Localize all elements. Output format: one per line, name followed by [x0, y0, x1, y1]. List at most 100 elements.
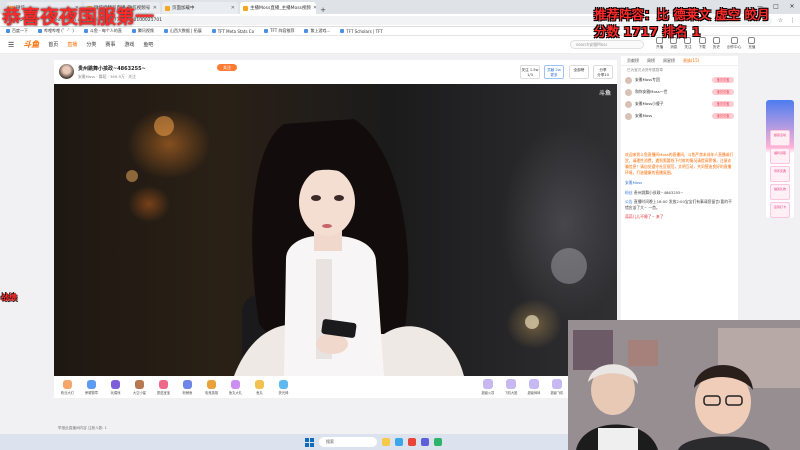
gift-item[interactable]: 粉丝大灯 [57, 379, 78, 395]
stat-follow[interactable]: 关注 1.5w 1/3 [520, 65, 540, 79]
gift-item[interactable]: 电竞英雄 [201, 379, 222, 395]
bookmark-icon [6, 29, 10, 33]
chrome-icon[interactable] [408, 438, 416, 446]
chat-tabs: 贡献榜 周榜 周星榜 贵族(15) [621, 56, 738, 66]
gift-icon [207, 379, 216, 389]
gift-icon [159, 379, 168, 389]
gift-icon [135, 379, 144, 389]
bookmark-item[interactable]: 山西大数据 | 拓展 [163, 28, 202, 34]
header-creator[interactable]: 创作中心 [727, 37, 741, 50]
webcam-overlay [568, 320, 800, 450]
promo-item[interactable]: 超级活动 [770, 130, 790, 146]
close-icon[interactable]: ✕ [231, 5, 235, 11]
nav-events[interactable]: 赛事 [105, 41, 115, 48]
creator-icon [730, 37, 738, 44]
bookmark-icon [38, 29, 42, 33]
close-window-button[interactable]: ✕ [784, 0, 800, 14]
nav-fishbar[interactable]: 鱼吧 [143, 41, 153, 48]
fan-row[interactable]: 安雅Moss 宝贝贝宝 [621, 110, 738, 122]
tab-favicon [165, 5, 170, 11]
stat-all-rank[interactable]: 全部榜 [569, 65, 589, 79]
plane-icon [506, 379, 516, 389]
gift-item[interactable]: 粉鲸鱼 [177, 379, 198, 395]
header-recharge[interactable]: 充值 [748, 37, 756, 50]
bookmark-item[interactable]: TFT 阵容推荐 [264, 28, 294, 34]
gift-item[interactable]: 鱼丸 [249, 379, 270, 395]
stat-share[interactable]: 分享 分享10 [593, 65, 613, 79]
promo-item[interactable]: 周年庆典 [770, 166, 790, 182]
promo-item[interactable]: 福利领取 [770, 148, 790, 164]
fan-row[interactable]: 安雅Moss小傻子 宝贝贝宝 [621, 98, 738, 110]
wallet-icon [748, 37, 756, 44]
premium-gift-item[interactable]: 飞机大团 [501, 379, 521, 395]
star-icon[interactable]: ☆ [777, 17, 784, 24]
gift-item[interactable]: 荣耀徽章 [81, 379, 102, 395]
follow-button[interactable]: 关注 [217, 64, 237, 71]
tab-nobles[interactable]: 贵族(15) [683, 58, 699, 64]
bookmark-icon [211, 29, 216, 33]
gift-item[interactable]: 蘑菇宝宝 [153, 379, 174, 395]
gift-item[interactable]: 玩偶熊 [105, 379, 126, 395]
gift-icon [231, 379, 240, 389]
edge-icon[interactable] [395, 438, 403, 446]
app-icon[interactable] [421, 438, 429, 446]
promo-item[interactable]: 签到打卡 [770, 202, 790, 218]
bookmark-item[interactable]: TFT Meta Stats Co [211, 29, 254, 34]
live-player: 贵州跳舞小孩政~4863255~ 关注 安雅Moss · 舞蹈 · 369.9万… [54, 60, 617, 398]
tab-label: 主播Moss直播_主播Moss视频 [250, 6, 311, 11]
gift-item[interactable]: 鱼丸大礼 [225, 379, 246, 395]
nav-games[interactable]: 游戏 [124, 41, 134, 48]
tab-weekly[interactable]: 周榜 [647, 58, 655, 64]
more-icon[interactable]: ⋮ [789, 17, 796, 24]
fan-row[interactable]: 和你安雅Moss一世 宝贝贝宝 [621, 86, 738, 98]
tab-favicon [243, 5, 248, 11]
stream-video[interactable]: 斗鱼 [54, 84, 617, 376]
site-search-input[interactable]: search安雅Moss [570, 40, 644, 49]
new-tab-button[interactable]: + [318, 6, 328, 14]
premium-gift-item[interactable]: 超级棒棒 [524, 379, 544, 395]
avatar [625, 100, 632, 108]
fan-badge: 宝贝贝宝 [712, 113, 734, 119]
browser-tab-active[interactable]: 主播Moss直播_主播Moss视频 ✕ [240, 2, 316, 14]
taskbar-search[interactable]: 搜索 [319, 437, 377, 447]
overlay-side-label: 战绩 [1, 293, 17, 302]
rocket-icon [483, 379, 493, 389]
folder-icon[interactable] [382, 438, 390, 446]
promo-item[interactable]: 抽奖礼物 [770, 184, 790, 200]
history-icon [712, 37, 720, 44]
gift-icon [529, 379, 539, 389]
gift-item[interactable]: 荧光棒 [273, 379, 294, 395]
bookmark-icon [340, 29, 345, 33]
room-title: 贵州跳舞小孩政~4863255~ [78, 66, 146, 72]
wechat-icon[interactable] [434, 438, 442, 446]
windows-start-icon[interactable] [305, 437, 314, 447]
nav-category[interactable]: 分类 [86, 41, 96, 48]
site-logo[interactable]: 斗鱼 [23, 39, 39, 50]
browser-tab-2[interactable]: 页面加载中 ✕ [162, 2, 238, 14]
bookmark-item[interactable]: 紫上游戏... [304, 28, 330, 34]
tab-contribution[interactable]: 贡献榜 [627, 58, 639, 64]
premium-gift-item[interactable]: 超级飞机 [547, 379, 567, 395]
hamburger-menu-icon[interactable]: ☰ [8, 41, 14, 49]
tab-weekly-star[interactable]: 周星榜 [663, 58, 675, 64]
nav-live[interactable]: 直播 [67, 41, 77, 48]
overlay-score: 分数 1717 排名 1 [594, 24, 701, 39]
stat-contribute[interactable]: 贡献 2w 更多 [544, 65, 564, 79]
maximize-button[interactable]: □ [768, 0, 784, 14]
gift-icon [279, 379, 288, 389]
bookmark-item[interactable]: TFT Scholars | TFT [340, 29, 383, 34]
streamer-avatar[interactable] [59, 64, 74, 79]
chat-message: 安雅Moss [625, 180, 643, 185]
nav-home[interactable]: 首页 [48, 41, 58, 48]
premium-gift-item[interactable]: 超级火箭 [478, 379, 498, 395]
header-history[interactable]: 历史 [713, 37, 720, 50]
avatar [625, 88, 632, 96]
room-status-line: 举报此直播间内容 注册人数: 1 [58, 426, 107, 430]
gift-icon [111, 379, 120, 389]
close-icon[interactable]: ✕ [313, 5, 316, 11]
chat-message: 公告 直播时间晚上18:00 发放2:00宝宝们有事请您留言!要的不错应该了大~… [625, 199, 732, 210]
gift-item[interactable]: 大空小星 [129, 379, 150, 395]
plane-icon [552, 379, 562, 389]
fan-row[interactable]: 安雅Moss专团 宝贝贝宝 [621, 74, 738, 86]
fan-badge: 宝贝贝宝 [712, 101, 734, 107]
